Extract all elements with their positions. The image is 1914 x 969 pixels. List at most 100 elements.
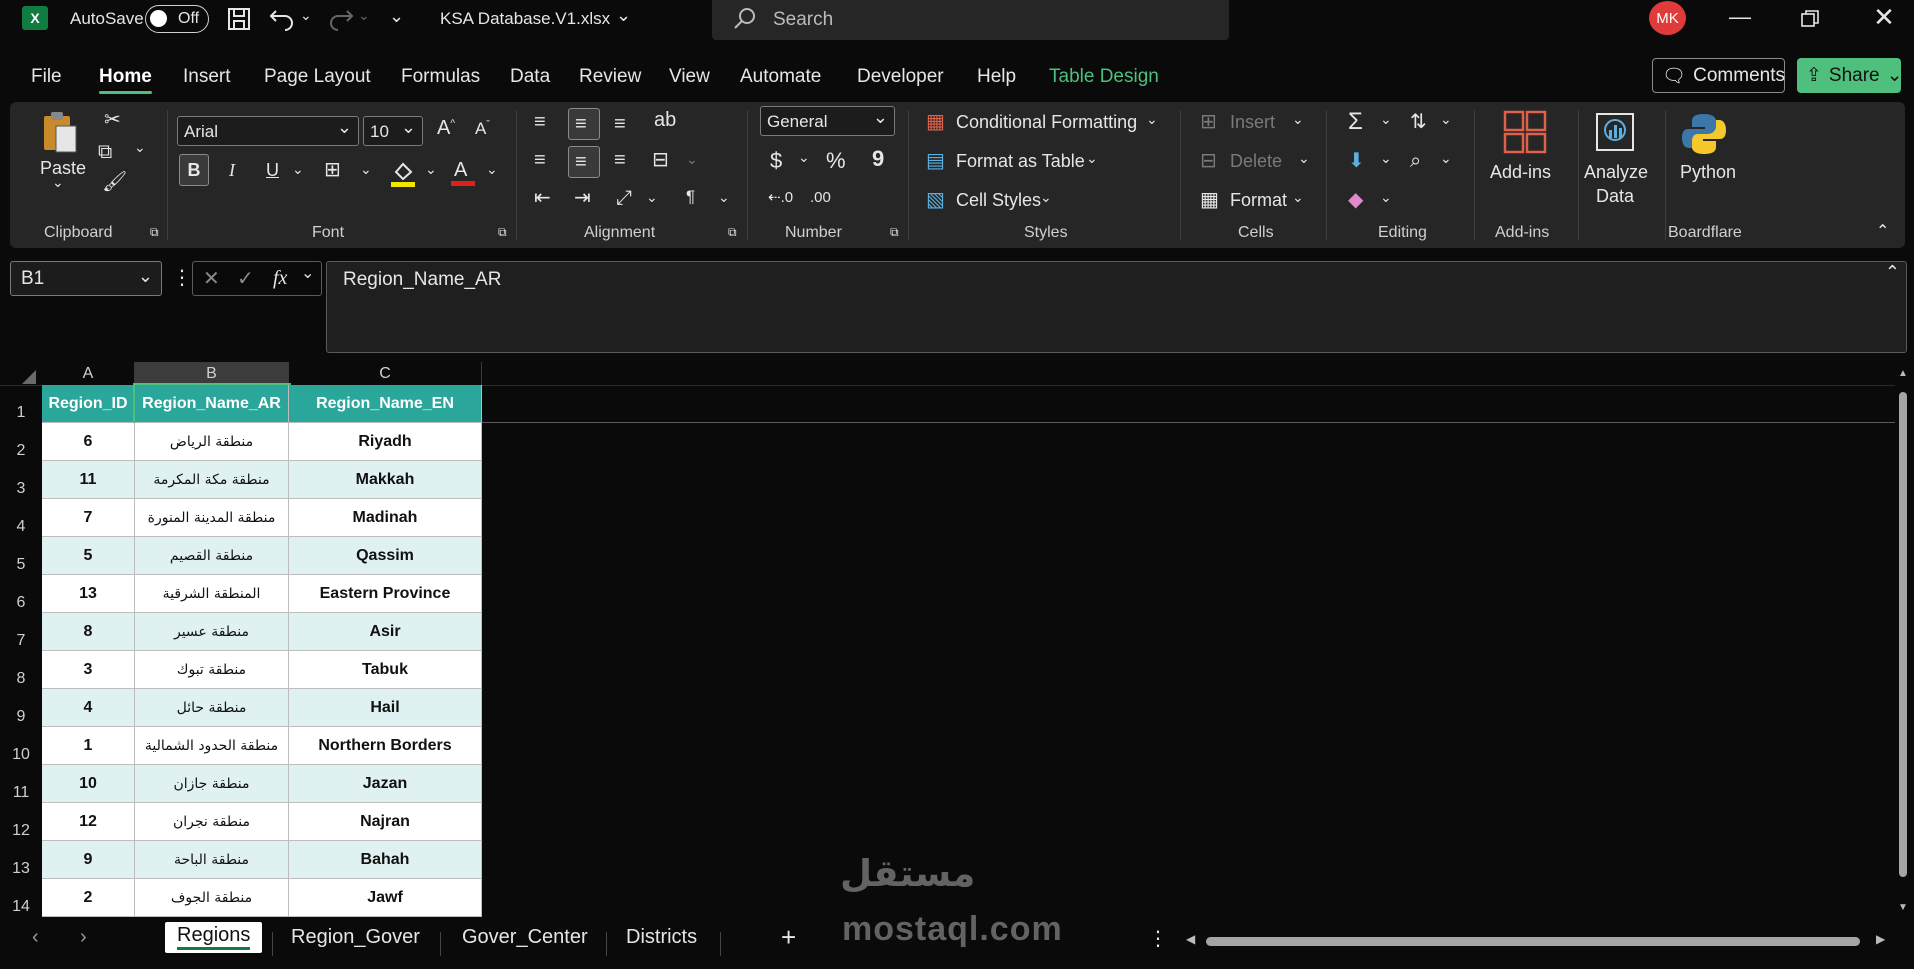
python-button[interactable]: Python bbox=[1680, 162, 1736, 183]
vertical-scroll-thumb[interactable] bbox=[1899, 392, 1907, 877]
format-cells-icon[interactable]: ▦ bbox=[1200, 190, 1219, 210]
row-header[interactable]: 7 bbox=[0, 613, 42, 651]
format-as-table-icon[interactable]: ▤ bbox=[926, 151, 945, 171]
redo-dropdown-icon[interactable]: ⌄ bbox=[358, 7, 370, 24]
row-header[interactable]: 11 bbox=[0, 765, 42, 803]
font-launcher-icon[interactable]: ⧉ bbox=[498, 226, 507, 238]
row-header[interactable]: 14 bbox=[0, 879, 42, 917]
scroll-down-icon[interactable]: ▼ bbox=[1898, 902, 1908, 913]
row-header[interactable]: 5 bbox=[0, 537, 42, 575]
undo-icon[interactable] bbox=[268, 5, 298, 31]
row-header[interactable]: 13 bbox=[0, 841, 42, 879]
user-avatar[interactable]: MK bbox=[1649, 1, 1686, 35]
tab-file[interactable]: File bbox=[31, 66, 62, 88]
undo-dropdown-icon[interactable]: ⌄ bbox=[300, 7, 312, 24]
table-cell[interactable]: Northern Borders bbox=[289, 727, 482, 765]
table-cell[interactable]: Makkah bbox=[289, 461, 482, 499]
fill-color-icon[interactable] bbox=[390, 158, 418, 188]
conditional-formatting-button[interactable]: Conditional Formatting bbox=[956, 112, 1137, 133]
merge-center-icon[interactable]: ⊟ bbox=[652, 150, 669, 170]
format-cells-button[interactable]: Format bbox=[1230, 190, 1287, 211]
table-cell[interactable]: 3 bbox=[42, 651, 135, 689]
table-cell[interactable]: 6 bbox=[42, 423, 135, 461]
tab-review[interactable]: Review bbox=[579, 66, 641, 88]
cancel-entry-icon[interactable]: ✕ bbox=[203, 269, 220, 289]
table-cell[interactable]: 5 bbox=[42, 537, 135, 575]
save-icon[interactable] bbox=[226, 6, 252, 32]
table-cell[interactable]: منطقة الباحة bbox=[135, 841, 289, 879]
table-header-cell[interactable]: Region_ID bbox=[42, 385, 135, 423]
fill-icon[interactable]: ⬇ bbox=[1348, 151, 1365, 171]
sheet-tab-region-gover[interactable]: Region_Gover bbox=[291, 926, 420, 949]
table-cell[interactable]: منطقة الرياض bbox=[135, 423, 289, 461]
fill-dropdown-icon[interactable]: ⌄ bbox=[425, 162, 437, 176]
autosum-dropdown-icon[interactable]: ⌄ bbox=[1380, 112, 1392, 126]
vertical-scrollbar[interactable]: ▲ ▼ bbox=[1896, 362, 1910, 918]
row-header[interactable]: 12 bbox=[0, 803, 42, 841]
table-cell[interactable]: 9 bbox=[42, 841, 135, 879]
clear-icon[interactable]: ◆ bbox=[1348, 190, 1363, 210]
table-header-cell[interactable]: Region_Name_AR bbox=[133, 383, 291, 425]
table-cell[interactable]: Qassim bbox=[289, 537, 482, 575]
tab-scroll-left-icon[interactable]: ‹ bbox=[32, 926, 39, 949]
table-cell[interactable]: منطقة حائل bbox=[135, 689, 289, 727]
table-cell[interactable]: 13 bbox=[42, 575, 135, 613]
align-top-icon[interactable]: ≡ bbox=[534, 112, 546, 132]
tab-insert[interactable]: Insert bbox=[183, 66, 231, 88]
scroll-up-icon[interactable]: ▲ bbox=[1898, 368, 1908, 379]
decrease-indent-icon[interactable]: ⇤ bbox=[534, 188, 551, 208]
scroll-right-icon[interactable]: ▶ bbox=[1876, 932, 1885, 946]
table-cell[interactable]: منطقة جازان bbox=[135, 765, 289, 803]
table-cell[interactable]: 12 bbox=[42, 803, 135, 841]
find-dropdown-icon[interactable]: ⌄ bbox=[1440, 151, 1452, 165]
tab-home[interactable]: Home bbox=[99, 66, 152, 94]
cut-icon[interactable]: ✂ bbox=[104, 110, 121, 130]
row-header[interactable]: 3 bbox=[0, 461, 42, 499]
format-painter-icon[interactable]: 🖌 bbox=[102, 172, 127, 192]
percent-button[interactable]: % bbox=[826, 148, 846, 174]
formula-input[interactable]: Region_Name_AR ⌃ bbox=[326, 261, 1907, 353]
table-cell[interactable]: Hail bbox=[289, 689, 482, 727]
delete-dropdown-icon[interactable]: ⌄ bbox=[1298, 151, 1310, 165]
search-box[interactable]: Search bbox=[712, 0, 1229, 40]
table-cell[interactable]: 11 bbox=[42, 461, 135, 499]
fx-dropdown-icon[interactable]: ⌄ bbox=[301, 266, 314, 282]
row-header[interactable]: 6 bbox=[0, 575, 42, 613]
delete-cells-icon[interactable]: ⊟ bbox=[1200, 151, 1217, 171]
expand-formula-icon[interactable]: ⌃ bbox=[1885, 262, 1900, 283]
table-cell[interactable]: Eastern Province bbox=[289, 575, 482, 613]
insert-dropdown-icon[interactable]: ⌄ bbox=[1292, 112, 1304, 126]
table-cell[interactable]: 4 bbox=[42, 689, 135, 727]
table-cell[interactable]: المنطقة الشرقية bbox=[135, 575, 289, 613]
bold-button[interactable]: B bbox=[179, 154, 209, 186]
table-cell[interactable]: Jawf bbox=[289, 879, 482, 917]
select-all-icon[interactable] bbox=[22, 370, 36, 384]
add-ins-icon[interactable] bbox=[1503, 110, 1547, 154]
analyze-label-1[interactable]: Analyze bbox=[1584, 162, 1648, 183]
add-ins-button[interactable]: Add-ins bbox=[1490, 162, 1551, 183]
row-header[interactable]: 9 bbox=[0, 689, 42, 727]
merge-dropdown-icon[interactable]: ⌄ bbox=[686, 152, 698, 166]
tab-help[interactable]: Help bbox=[977, 66, 1016, 88]
find-select-icon[interactable]: ⌕ bbox=[1410, 151, 1421, 171]
align-bottom-icon[interactable]: ≡ bbox=[614, 114, 626, 134]
table-cell[interactable]: منطقة مكة المكرمة bbox=[135, 461, 289, 499]
tab-formulas[interactable]: Formulas bbox=[401, 66, 480, 88]
horizontal-scroll-thumb[interactable] bbox=[1206, 937, 1860, 946]
spreadsheet-grid[interactable]: A B C 1 Region_ID Region_Name_AR Region_Nam… bbox=[0, 362, 1914, 918]
table-cell[interactable]: منطقة عسير bbox=[135, 613, 289, 651]
row-header[interactable]: 8 bbox=[0, 651, 42, 689]
insert-function-button[interactable]: fx bbox=[273, 268, 287, 288]
sheet-tab-gover-center[interactable]: Gover_Center bbox=[462, 926, 588, 949]
underline-button[interactable]: U bbox=[266, 160, 279, 181]
formula-bar-more-icon[interactable]: ⋮ bbox=[172, 268, 192, 288]
analyze-label-2[interactable]: Data bbox=[1596, 186, 1634, 207]
table-cell[interactable]: Tabuk bbox=[289, 651, 482, 689]
font-color-icon[interactable]: A bbox=[450, 156, 478, 188]
clear-dropdown-icon[interactable]: ⌄ bbox=[1380, 190, 1392, 204]
confirm-entry-icon[interactable]: ✓ bbox=[237, 269, 254, 289]
table-cell[interactable]: منطقة المدينة المنورة bbox=[135, 499, 289, 537]
font-name-combo[interactable]: Arial bbox=[177, 116, 359, 146]
currency-dropdown-icon[interactable]: ⌄ bbox=[798, 150, 810, 164]
name-box-dropdown-icon[interactable]: ⌄ bbox=[138, 266, 153, 287]
